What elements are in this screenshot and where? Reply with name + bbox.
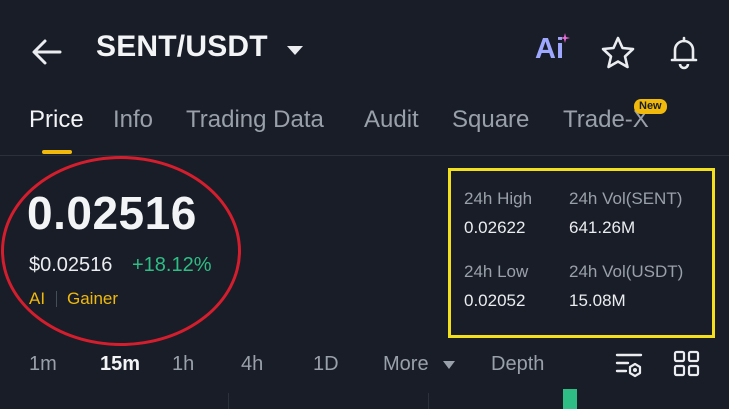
price-circle-annotation [1,156,241,346]
chart-settings-icon[interactable] [614,350,646,380]
tab-square[interactable]: Square [452,106,529,134]
interval-1d[interactable]: 1D [313,353,339,376]
vol-quote-label: 24h Vol(USDT) [569,262,684,281]
tab-audit[interactable]: Audit [364,106,419,134]
bell-icon[interactable] [664,32,704,72]
tab-trading-data[interactable]: Trading Data [186,106,324,134]
candle-bar [563,389,577,409]
depth-tab[interactable]: Depth [491,353,544,376]
back-arrow-icon[interactable] [28,34,68,70]
dropdown-caret-icon[interactable] [284,42,306,58]
vol-quote-value: 15.08M [569,291,626,310]
interval-1m[interactable]: 1m [29,353,57,376]
vol-base-label: 24h Vol(SENT) [569,189,683,208]
interval-more[interactable]: More [383,353,429,376]
chevron-down-icon[interactable] [442,360,456,370]
low-label: 24h Low [464,262,529,281]
sparkle-icon [560,33,570,43]
chart-gridline [428,393,429,409]
interval-1h[interactable]: 1h [172,353,194,376]
star-icon[interactable] [598,34,638,72]
tab-info[interactable]: Info [113,106,153,134]
chart-gridline [228,393,229,409]
grid-icon[interactable] [672,349,702,379]
new-badge: New [634,99,667,114]
low-value: 0.02052 [464,291,526,310]
interval-4h[interactable]: 4h [241,353,263,376]
interval-15m[interactable]: 15m [100,353,140,376]
high-value: 0.02622 [464,218,526,237]
active-tab-indicator [42,150,72,154]
pair-title[interactable]: SENT/USDT [96,30,268,64]
tab-price[interactable]: Price [29,106,84,134]
high-label: 24h High [464,189,533,208]
vol-base-value: 641.26M [569,218,636,237]
